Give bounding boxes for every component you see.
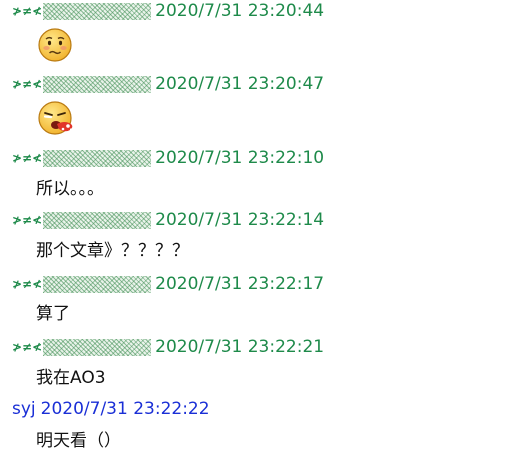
message-timestamp: 2020/7/31 23:22:21 xyxy=(155,337,325,357)
chat-log: ≯≠≮ 2020/7/31 23:20:44 ≯≠≮ 2020/7/31 23:… xyxy=(0,0,529,457)
redacted-sender-name xyxy=(43,211,152,229)
message-timestamp: 2020/7/31 23:22:17 xyxy=(155,274,325,294)
sender-prefix: ≯≠≮ xyxy=(12,77,43,91)
message-header: ≯≠≮ 2020/7/31 23:22:14 xyxy=(12,209,324,231)
message-header: ≯≠≮ 2020/7/31 23:20:47 xyxy=(12,73,324,95)
message-timestamp: 2020/7/31 23:22:10 xyxy=(155,148,325,168)
message-timestamp: 2020/7/31 23:20:47 xyxy=(155,74,325,94)
redacted-sender-name xyxy=(43,75,152,93)
message-text: 所以。。。 xyxy=(36,179,104,199)
redacted-sender-name xyxy=(43,149,152,167)
message-timestamp: 2020/7/31 23:20:44 xyxy=(155,1,325,21)
redacted-sender-name xyxy=(43,2,152,20)
message-header: ≯≠≮ 2020/7/31 23:20:44 xyxy=(12,0,324,22)
message-text: 我在AO3 xyxy=(36,368,106,388)
message-text: 算了 xyxy=(36,304,70,324)
sender-prefix: ≯≠≮ xyxy=(12,151,43,165)
message-header: ≯≠≮ 2020/7/31 23:22:17 xyxy=(12,273,324,295)
message-header: syj 2020/7/31 23:22:22 xyxy=(12,398,210,420)
sender-prefix: ≯≠≮ xyxy=(12,277,43,291)
message-text: 那个文章》？？？？ xyxy=(36,241,189,261)
redacted-sender-name xyxy=(43,338,152,356)
worried-face-emoji xyxy=(37,27,75,67)
message-header: ≯≠≮ 2020/7/31 23:22:21 xyxy=(12,336,324,358)
sender-prefix: ≯≠≮ xyxy=(12,340,43,354)
sender-prefix: ≯≠≮ xyxy=(12,213,43,227)
sender-prefix: ≯≠≮ xyxy=(12,4,43,18)
message-timestamp: 2020/7/31 23:22:14 xyxy=(155,210,325,230)
sender-name: syj xyxy=(12,399,36,419)
message-timestamp: 2020/7/31 23:22:22 xyxy=(40,399,210,419)
message-text: 明天看（） xyxy=(36,431,121,451)
redacted-sender-name xyxy=(43,275,152,293)
vomiting-face-emoji xyxy=(37,100,77,142)
message-header: ≯≠≮ 2020/7/31 23:22:10 xyxy=(12,147,324,169)
